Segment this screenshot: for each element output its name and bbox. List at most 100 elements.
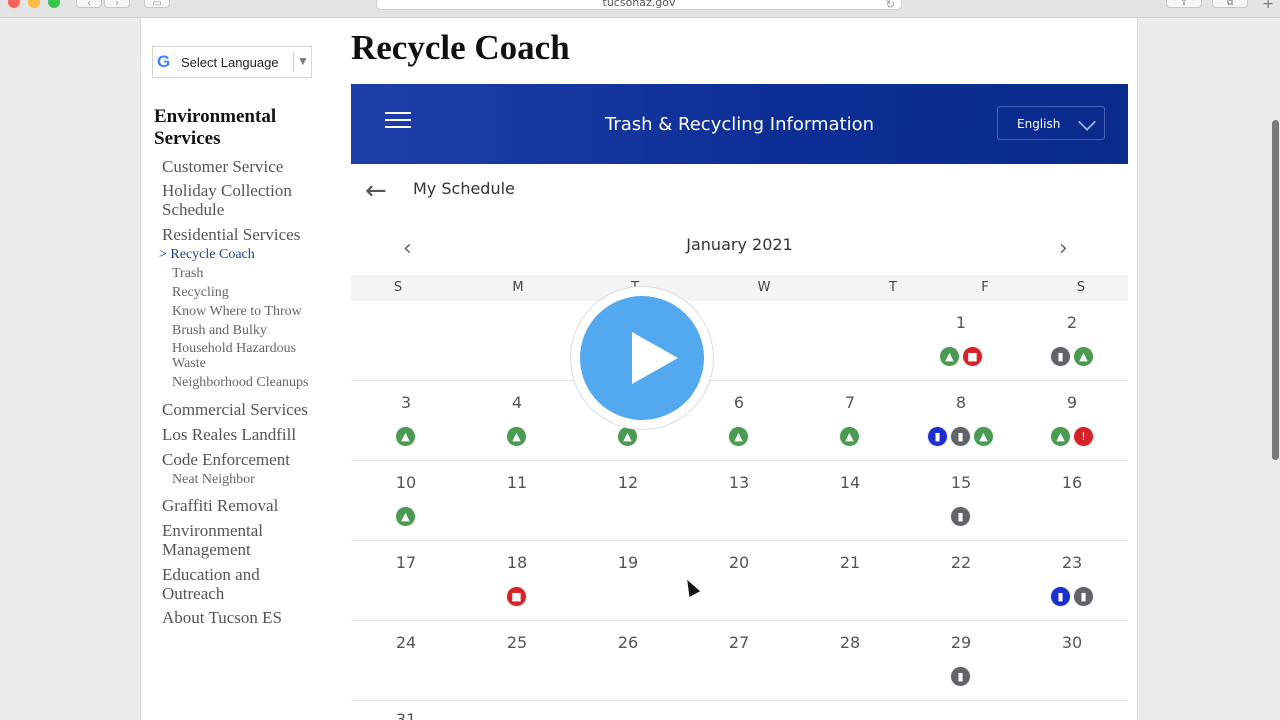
calendar-day-29[interactable]: 29: [951, 633, 971, 652]
minimize-window-icon[interactable]: [28, 0, 40, 8]
trash-bin-icon[interactable]: ▮: [1050, 346, 1071, 367]
browser-back-button[interactable]: ‹: [76, 0, 102, 9]
tree-icon[interactable]: ▲: [973, 426, 994, 447]
sidebar-item-brush-and-bulky[interactable]: Brush and Bulky: [172, 323, 267, 338]
sidebar-item-customer-service[interactable]: Customer Service: [162, 157, 283, 176]
google-logo-icon: G: [157, 52, 171, 71]
tree-icon[interactable]: ▲: [728, 426, 749, 447]
sidebar-item-code-enforcement[interactable]: Code Enforcement: [162, 450, 290, 469]
calendar-day-8[interactable]: 8: [956, 393, 966, 412]
hazard-warning-icon[interactable]: !: [1073, 426, 1094, 447]
row-divider: [351, 460, 1128, 461]
calendar-month-label: January 2021: [686, 235, 793, 254]
video-play-button[interactable]: [571, 287, 713, 429]
calendar-day-20[interactable]: 20: [729, 553, 749, 572]
calendar-day-11[interactable]: 11: [507, 473, 527, 492]
sidebar-item-neat-neighbor[interactable]: Neat Neighbor: [172, 472, 255, 487]
calendar-day-19[interactable]: 19: [618, 553, 638, 572]
sidebar-item-environmental-management[interactable]: Environmental Management: [162, 521, 302, 559]
calendar-day-15[interactable]: 15: [951, 473, 971, 492]
browser-forward-button[interactable]: ›: [104, 0, 130, 9]
scrollbar-thumb[interactable]: [1272, 120, 1279, 460]
calendar-day-21[interactable]: 21: [840, 553, 860, 572]
sidebar-item-trash[interactable]: Trash: [172, 266, 203, 281]
weekday-header: S M T W T F S: [351, 275, 1128, 301]
weekday-sunday: S: [393, 280, 403, 295]
calendar-day-4[interactable]: 4: [512, 393, 522, 412]
reload-icon[interactable]: ↻: [886, 0, 895, 15]
calendar-day-22[interactable]: 22: [951, 553, 971, 572]
trash-bin-icon[interactable]: ▮: [950, 506, 971, 527]
weekday-monday: M: [512, 280, 524, 295]
play-icon: [632, 332, 678, 384]
new-tab-icon[interactable]: +: [1262, 0, 1274, 12]
app-language-dropdown[interactable]: English: [997, 106, 1105, 140]
calendar-day-7[interactable]: 7: [845, 393, 855, 412]
calendar-day-14[interactable]: 14: [840, 473, 860, 492]
language-select[interactable]: G Select Language ▼: [152, 46, 312, 78]
calendar-day-1[interactable]: 1: [956, 313, 966, 332]
url-text: tucsonaz.gov: [602, 0, 676, 9]
tree-icon[interactable]: ▲: [506, 426, 527, 447]
calendar-day-30[interactable]: 30: [1062, 633, 1082, 652]
sidebar-item-residential-services[interactable]: Residential Services: [162, 225, 300, 244]
recycling-bin-icon[interactable]: ▮: [1050, 586, 1071, 607]
trash-bin-icon[interactable]: ▮: [950, 666, 971, 687]
calendar-day-27[interactable]: 27: [729, 633, 749, 652]
sidebar-item-neighborhood-cleanups[interactable]: Neighborhood Cleanups: [172, 375, 308, 390]
row-divider: [351, 380, 1128, 381]
calendar-day-25[interactable]: 25: [507, 633, 527, 652]
sidebar-toggle-icon[interactable]: ▭: [144, 0, 170, 9]
calendar-day-18[interactable]: 18: [507, 553, 527, 572]
calendar-day-31[interactable]: 31: [396, 710, 416, 720]
sidebar-item-education-and-outreach[interactable]: Education and Outreach: [162, 565, 302, 603]
flag-icon[interactable]: ■: [506, 586, 527, 607]
app-header-banner: Trash & Recycling Information English: [351, 84, 1128, 164]
tree-icon[interactable]: ▲: [395, 426, 416, 447]
sidebar-title: Environmental Services: [154, 106, 277, 149]
sidebar-item-household-hazardous-waste[interactable]: Household Hazardous Waste: [172, 341, 322, 371]
calendar-day-17[interactable]: 17: [396, 553, 416, 572]
calendar-day-10[interactable]: 10: [396, 473, 416, 492]
back-arrow-icon[interactable]: ←: [365, 178, 387, 204]
sidebar-item-recycle-coach[interactable]: > Recycle Coach: [159, 247, 255, 262]
calendar-day-16[interactable]: 16: [1062, 473, 1082, 492]
calendar-day-12[interactable]: 12: [618, 473, 638, 492]
next-month-icon[interactable]: ›: [1059, 236, 1068, 261]
calendar-day-6[interactable]: 6: [734, 393, 744, 412]
recycling-bin-icon[interactable]: ▮: [927, 426, 948, 447]
calendar-day-13[interactable]: 13: [729, 473, 749, 492]
address-bar[interactable]: tucsonaz.gov ↻: [376, 0, 902, 11]
trash-bin-icon[interactable]: ▮: [1073, 586, 1094, 607]
share-button[interactable]: ⇪: [1166, 0, 1202, 8]
flag-icon[interactable]: ■: [962, 346, 983, 367]
chevron-down-icon: [1078, 113, 1096, 131]
tabs-button[interactable]: ⧉: [1212, 0, 1248, 8]
tree-icon[interactable]: ▲: [617, 426, 638, 447]
sidebar-item-about-tucson-es[interactable]: About Tucson ES: [162, 608, 282, 627]
sidebar-item-graffiti-removal[interactable]: Graffiti Removal: [162, 496, 278, 515]
tree-icon[interactable]: ▲: [395, 506, 416, 527]
calendar-day-26[interactable]: 26: [618, 633, 638, 652]
calendar-day-28[interactable]: 28: [840, 633, 860, 652]
tree-icon[interactable]: ▲: [839, 426, 860, 447]
sidebar-item-commercial-services[interactable]: Commercial Services: [162, 400, 308, 419]
tree-icon[interactable]: ▲: [1050, 426, 1071, 447]
calendar-day-2[interactable]: 2: [1067, 313, 1077, 332]
close-window-icon[interactable]: [8, 0, 20, 8]
sidebar-item-know-where-to-throw[interactable]: Know Where to Throw: [172, 304, 302, 319]
weekday-thursday: T: [889, 280, 897, 295]
calendar-day-24[interactable]: 24: [396, 633, 416, 652]
calendar-day-9[interactable]: 9: [1067, 393, 1077, 412]
scrollbar[interactable]: [1270, 18, 1280, 720]
sidebar-item-recycling[interactable]: Recycling: [172, 285, 229, 300]
calendar-day-3[interactable]: 3: [401, 393, 411, 412]
calendar-day-23[interactable]: 23: [1062, 553, 1082, 572]
sidebar-item-los-reales-landfill[interactable]: Los Reales Landfill: [162, 425, 296, 444]
trash-bin-icon[interactable]: ▮: [950, 426, 971, 447]
divider: [293, 52, 294, 72]
tree-icon[interactable]: ▲: [939, 346, 960, 367]
sidebar-item-holiday-collection[interactable]: Holiday Collection Schedule: [162, 181, 322, 219]
tree-icon[interactable]: ▲: [1073, 346, 1094, 367]
maximize-window-icon[interactable]: [48, 0, 60, 8]
